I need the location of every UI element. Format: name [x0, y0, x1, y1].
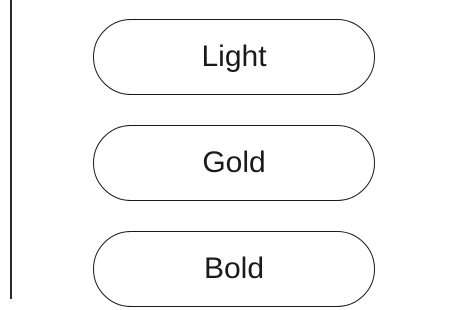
light-button-label: Light	[201, 40, 267, 73]
bold-button-label: Bold	[203, 252, 265, 285]
gold-button-label: Gold	[202, 146, 266, 179]
bold-button[interactable]: Bold	[93, 231, 375, 307]
gold-button[interactable]: Gold	[93, 125, 375, 201]
option-list: Light Gold Bold	[93, 19, 375, 307]
vertical-divider	[10, 0, 12, 299]
light-button[interactable]: Light	[93, 19, 375, 95]
